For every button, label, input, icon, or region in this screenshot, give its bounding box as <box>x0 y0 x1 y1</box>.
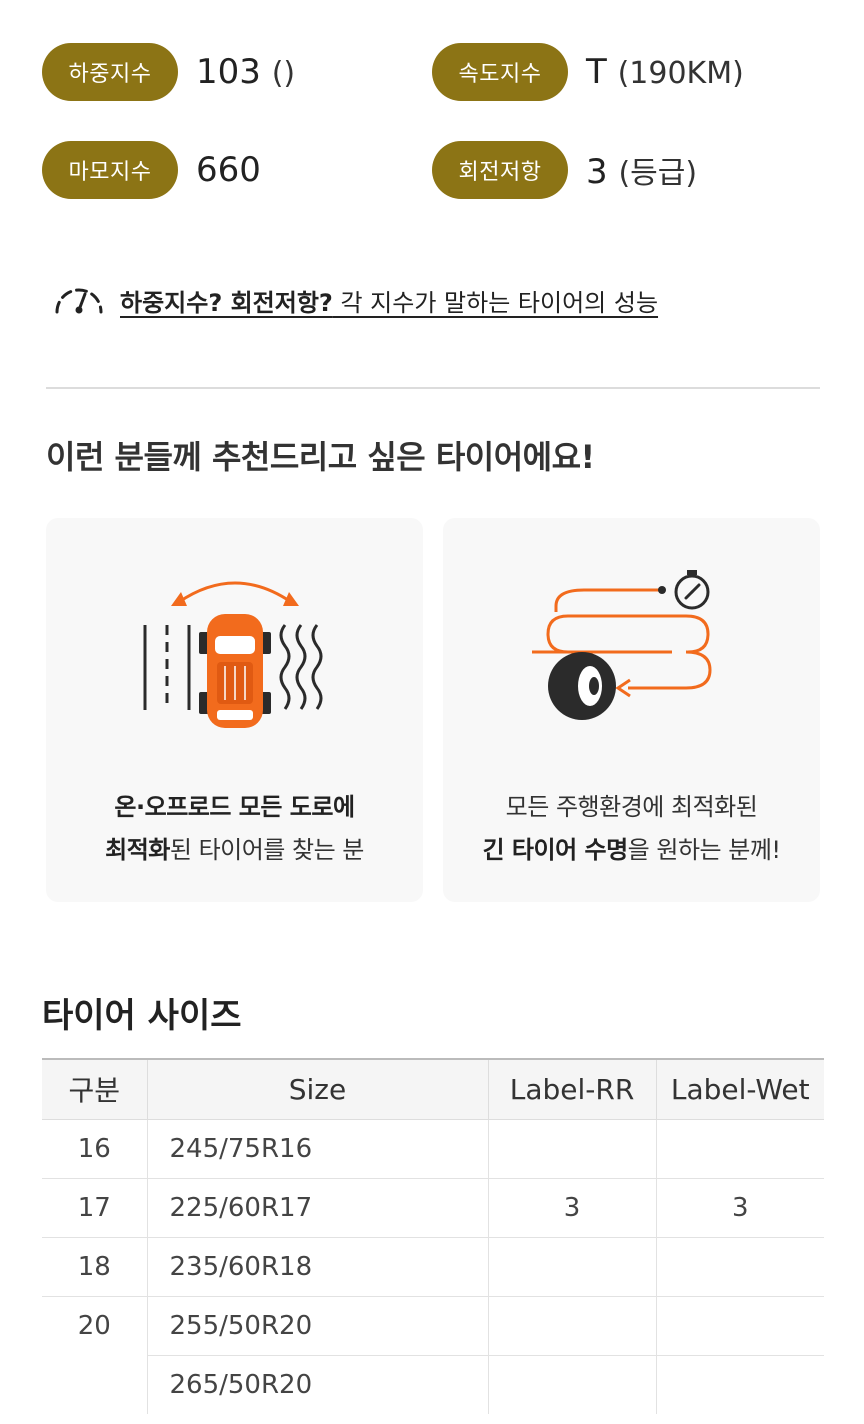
row-wet <box>656 1237 824 1297</box>
row-rr <box>488 1355 657 1414</box>
row-wet <box>656 1355 824 1414</box>
row-rr: 3 <box>488 1178 657 1238</box>
wear-index-value: 660 <box>196 150 261 190</box>
tire-route-icon <box>531 570 712 720</box>
row-group: 18 <box>42 1237 148 1297</box>
load-index-value: 103 () <box>196 52 296 92</box>
card1-line2: 된 타이어를 찾는 분 <box>169 836 365 864</box>
table-row: 17 225/60R17 3 3 <box>42 1178 824 1238</box>
spec-rolling-resistance: 회전저항 3 (등급) <box>432 140 697 200</box>
row-wet <box>656 1119 824 1179</box>
section-divider <box>46 387 820 389</box>
row-size: 225/60R17 <box>147 1178 489 1238</box>
spec-speed-index: 속도지수 T (190KM) <box>432 42 744 102</box>
card1-line1: 온·오프로드 모든 도로에 <box>114 793 355 821</box>
table-header-row: 구분 Size Label-RR Label-Wet <box>42 1058 824 1120</box>
tire-size-title: 타이어 사이즈 <box>42 996 242 1036</box>
header-group: 구분 <box>42 1058 148 1120</box>
row-rr <box>488 1296 657 1356</box>
rolling-resistance-value: 3 (등급) <box>586 152 698 192</box>
table-row: 16 245/75R16 <box>42 1119 824 1179</box>
row-group: 16 <box>42 1119 148 1179</box>
info-link-bold: 하중지수? 회전저항? <box>120 288 333 317</box>
row-size: 245/75R16 <box>147 1119 489 1179</box>
row-size: 255/50R20 <box>147 1296 489 1356</box>
spec-load-index: 하중지수 103 () <box>42 42 295 102</box>
row-rr <box>488 1237 657 1297</box>
table-row: 265/50R20 <box>42 1355 824 1414</box>
info-link-text: 각 지수가 말하는 타이어의 성능 <box>332 288 659 317</box>
recommend-card-longevity: 모든 주행환경에 최적화된 긴 타이어 수명을 원하는 분께! <box>443 518 820 902</box>
header-size: Size <box>147 1058 489 1120</box>
recommend-card-offroad: 온·오프로드 모든 도로에 최적화된 타이어를 찾는 분 <box>46 518 423 902</box>
row-group: 20 <box>42 1296 148 1355</box>
load-index-badge: 하중지수 <box>42 43 178 101</box>
card2-line1: 모든 주행환경에 최적화된 <box>505 793 758 821</box>
card1-line2-bold: 최적화 <box>105 836 170 864</box>
speed-index-value: T (190KM) <box>586 52 744 92</box>
card2-line2: 을 원하는 분께! <box>627 836 781 864</box>
row-rr <box>488 1119 657 1179</box>
header-label-wet: Label-Wet <box>656 1058 824 1120</box>
gauge-icon <box>52 278 106 322</box>
row-size: 265/50R20 <box>147 1355 489 1414</box>
row-size: 235/60R18 <box>147 1237 489 1297</box>
row-wet <box>656 1296 824 1356</box>
recommend-title: 이런 분들께 추천드리고 싶은 타이어에요! <box>46 438 595 476</box>
table-row: 18 235/60R18 <box>42 1237 824 1297</box>
rolling-resistance-badge: 회전저항 <box>432 141 568 199</box>
row-group: 17 <box>42 1178 148 1238</box>
spec-wear-index: 마모지수 660 <box>42 140 261 200</box>
row-group <box>42 1355 148 1414</box>
tire-size-table: 구분 Size Label-RR Label-Wet 16 245/75R16 … <box>42 1058 824 1414</box>
row-wet: 3 <box>656 1178 824 1238</box>
header-label-rr: Label-RR <box>488 1058 657 1120</box>
table-row: 20 255/50R20 <box>42 1296 824 1356</box>
card2-line2-bold: 긴 타이어 수명 <box>482 836 628 864</box>
index-info-link[interactable]: 하중지수? 회전저항? 각 지수가 말하는 타이어의 성능 <box>52 278 658 322</box>
car-road-icon <box>143 581 322 728</box>
speed-index-badge: 속도지수 <box>432 43 568 101</box>
wear-index-badge: 마모지수 <box>42 141 178 199</box>
